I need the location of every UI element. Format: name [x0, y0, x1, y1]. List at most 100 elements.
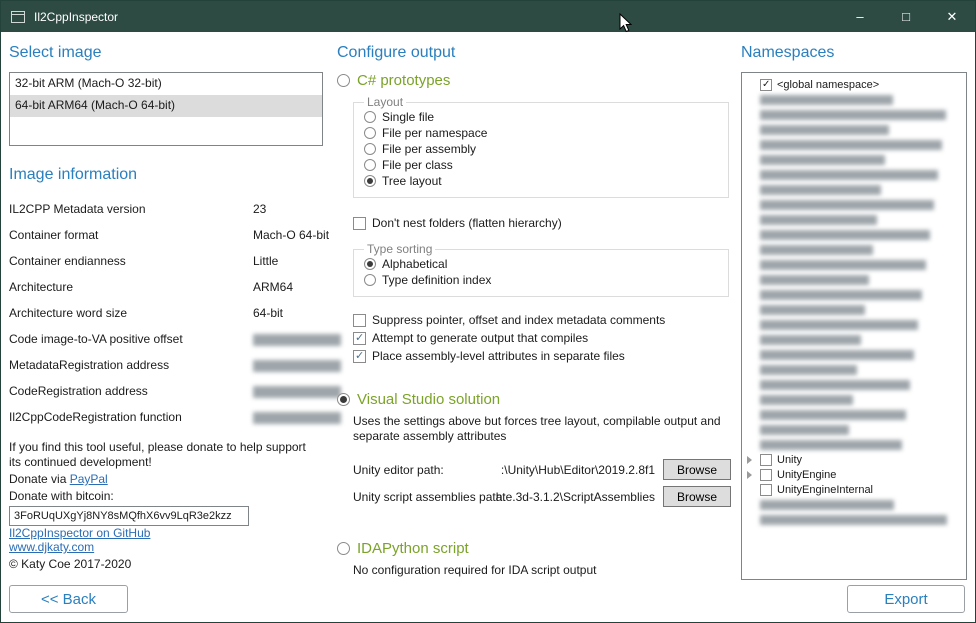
checkbox-option[interactable]: Don't nest folders (flatten hierarchy)	[353, 214, 733, 232]
export-button[interactable]: Export	[847, 585, 965, 613]
type-sorting-options: AlphabeticalType definition index	[364, 256, 728, 288]
checkbox-option[interactable]: Place assembly-level attributes in separ…	[353, 347, 733, 365]
redacted-value	[253, 334, 341, 346]
idapython-script-label: IDAPython script	[357, 540, 469, 557]
info-row: IL2CPP Metadata version23	[9, 198, 323, 224]
radio-icon	[364, 143, 376, 155]
idapython-script-radio[interactable]: IDAPython script	[337, 540, 733, 557]
visual-studio-solution-label: Visual Studio solution	[357, 391, 500, 408]
info-label: Architecture	[9, 280, 73, 294]
minimize-button[interactable]: –	[837, 1, 883, 32]
unity-editor-path-row: Unity editor path: :\Unity\Hub\Editor\20…	[337, 456, 733, 483]
image-list-item[interactable]: 32-bit ARM (Mach-O 32-bit)	[10, 73, 322, 95]
radio-option[interactable]: Tree layout	[364, 173, 728, 189]
radio-option[interactable]: File per assembly	[364, 141, 728, 157]
checkbox-icon	[760, 484, 772, 496]
radio-option[interactable]: Type definition index	[364, 272, 728, 288]
app-icon	[11, 11, 25, 23]
github-link[interactable]: Il2CppInspector on GitHub	[9, 526, 323, 540]
vs-description: Uses the settings above but forces tree …	[353, 414, 727, 444]
info-row: Architecture word size64-bit	[9, 302, 323, 328]
visual-studio-solution-radio[interactable]: Visual Studio solution	[337, 391, 733, 408]
checkbox-option[interactable]: Attempt to generate output that compiles	[353, 329, 733, 347]
info-label: Architecture word size	[9, 306, 127, 320]
radio-option[interactable]: Single file	[364, 109, 728, 125]
radio-option[interactable]: Alphabetical	[364, 256, 728, 272]
radio-option[interactable]: File per namespace	[364, 125, 728, 141]
expander-icon[interactable]	[747, 456, 752, 464]
back-button[interactable]: << Back	[9, 585, 128, 613]
namespace-row-redacted	[742, 512, 966, 527]
radio-label: File per class	[382, 158, 453, 172]
redacted-namespace	[760, 515, 947, 525]
checkbox-label: Don't nest folders (flatten hierarchy)	[372, 216, 562, 230]
expander-icon[interactable]	[747, 471, 752, 479]
unity-assemblies-path-label: Unity script assemblies path:	[353, 490, 506, 504]
app-window: Il2CppInspector – □ ✕ Select image 32-bi…	[0, 0, 976, 623]
namespaces-panel-container: Namespaces <global namespace>UnityUnityE…	[741, 44, 967, 580]
info-row: Container formatMach-O 64-bit	[9, 224, 323, 250]
maximize-button[interactable]: □	[883, 1, 929, 32]
radio-label: Single file	[382, 110, 434, 124]
radio-icon	[364, 159, 376, 171]
layout-group: Layout Single fileFile per namespaceFile…	[353, 95, 729, 198]
image-list-item[interactable]: 64-bit ARM64 (Mach-O 64-bit)	[10, 95, 322, 117]
checkbox-label: Attempt to generate output that compiles	[372, 331, 588, 345]
redacted-namespace	[760, 200, 934, 210]
donate-via-text: Donate via	[9, 472, 70, 486]
main-content: Select image 32-bit ARM (Mach-O 32-bit)6…	[1, 32, 975, 622]
checkbox-option[interactable]: Suppress pointer, offset and index metad…	[353, 311, 733, 329]
close-button[interactable]: ✕	[929, 1, 975, 32]
redacted-namespace	[760, 380, 910, 390]
window-title: Il2CppInspector	[34, 10, 118, 24]
namespaces-panel: <global namespace> UnityUnityEngineUnityE…	[741, 72, 967, 580]
redacted-namespace	[760, 245, 873, 255]
redacted-namespace	[760, 305, 865, 315]
radio-icon	[364, 111, 376, 123]
image-information-heading: Image information	[9, 166, 323, 184]
redacted-value	[253, 386, 341, 398]
redacted-namespace	[760, 410, 906, 420]
namespace-row-redacted	[742, 227, 966, 242]
redacted-namespace	[760, 260, 926, 270]
donate-via-line: Donate via PayPal	[9, 471, 323, 487]
namespace-row-redacted	[742, 392, 966, 407]
browse-assemblies-button[interactable]: Browse	[663, 486, 731, 507]
namespace-row-redacted	[742, 407, 966, 422]
website-link[interactable]: www.djkaty.com	[9, 540, 323, 554]
info-value: Little	[253, 254, 278, 268]
namespace-row[interactable]: UnityEngineInternal	[742, 482, 966, 497]
namespace-row-redacted	[742, 287, 966, 302]
info-label: Code image-to-VA positive offset	[9, 332, 183, 346]
browse-editor-button[interactable]: Browse	[663, 459, 731, 480]
namespace-row-redacted	[742, 197, 966, 212]
paypal-link[interactable]: PayPal	[70, 472, 108, 486]
csharp-prototypes-radio[interactable]: C# prototypes	[337, 72, 733, 89]
checkbox-icon	[353, 217, 366, 230]
namespace-row-redacted	[742, 332, 966, 347]
configure-output-panel: Configure output C# prototypes Layout Si…	[337, 44, 733, 578]
bitcoin-address-input[interactable]	[9, 506, 249, 526]
info-value: ARM64	[253, 280, 293, 294]
redacted-namespace	[760, 215, 877, 225]
unity-editor-path-value: :\Unity\Hub\Editor\2019.2.8f1	[501, 463, 655, 477]
namespace-row-redacted	[742, 347, 966, 362]
radio-icon	[364, 258, 376, 270]
namespace-row[interactable]: Unity	[742, 452, 966, 467]
redacted-namespace	[760, 335, 861, 345]
radio-icon	[364, 274, 376, 286]
namespace-row-redacted	[742, 167, 966, 182]
namespace-row[interactable]: <global namespace>	[742, 77, 966, 92]
namespace-row[interactable]: UnityEngine	[742, 467, 966, 482]
radio-label: Tree layout	[382, 174, 442, 188]
flatten-checkbox-container: Don't nest folders (flatten hierarchy)	[353, 214, 733, 232]
radio-option[interactable]: File per class	[364, 157, 728, 173]
donate-text: If you find this tool useful, please don…	[9, 440, 307, 470]
info-row: Container endiannessLittle	[9, 250, 323, 276]
info-label: Il2CppCodeRegistration function	[9, 410, 182, 424]
unity-assemblies-path-value: ate.3d-3.1.2\ScriptAssemblies	[496, 490, 655, 504]
redacted-namespace	[760, 185, 881, 195]
info-row: Il2CppCodeRegistration function	[9, 406, 323, 432]
redacted-namespace	[760, 425, 849, 435]
layout-options: Single fileFile per namespaceFile per as…	[364, 109, 728, 189]
